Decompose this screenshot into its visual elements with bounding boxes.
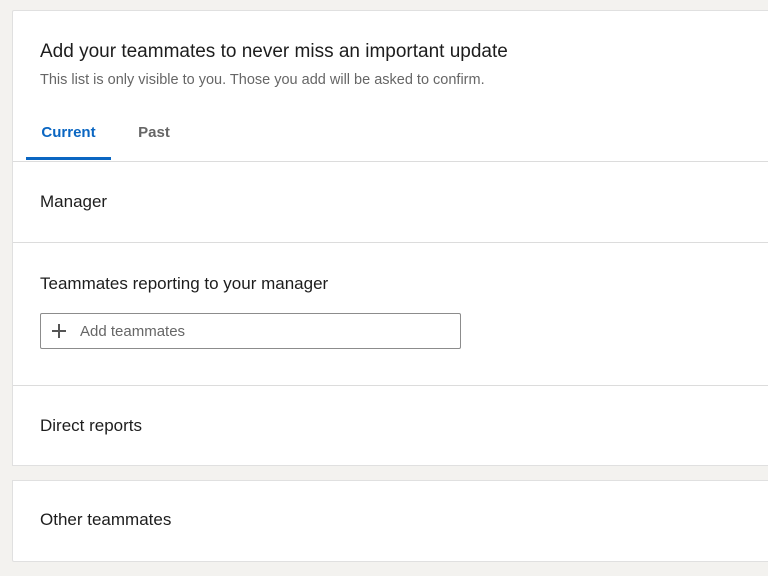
plus-icon — [52, 324, 66, 338]
section-title-direct-reports: Direct reports — [40, 416, 143, 435]
teammates-card: Add your teammates to never miss an impo… — [12, 10, 768, 466]
other-teammates-card: Other teammates — [12, 480, 768, 562]
add-teammates-field[interactable] — [40, 313, 461, 349]
tab-bar: Current Past — [13, 119, 768, 161]
divider — [13, 385, 768, 386]
section-title-other-teammates: Other teammates — [40, 510, 172, 529]
add-teammates-input[interactable] — [80, 316, 440, 346]
page-subtitle: This list is only visible to you. Those … — [40, 72, 485, 88]
divider — [13, 242, 768, 243]
divider — [13, 161, 768, 162]
tab-past[interactable]: Past — [125, 119, 183, 161]
tab-current[interactable]: Current — [26, 119, 111, 161]
page-title: Add your teammates to never miss an impo… — [40, 41, 508, 62]
section-title-teammates: Teammates reporting to your manager — [40, 274, 329, 293]
active-tab-indicator — [26, 157, 111, 160]
section-title-manager: Manager — [40, 192, 108, 211]
